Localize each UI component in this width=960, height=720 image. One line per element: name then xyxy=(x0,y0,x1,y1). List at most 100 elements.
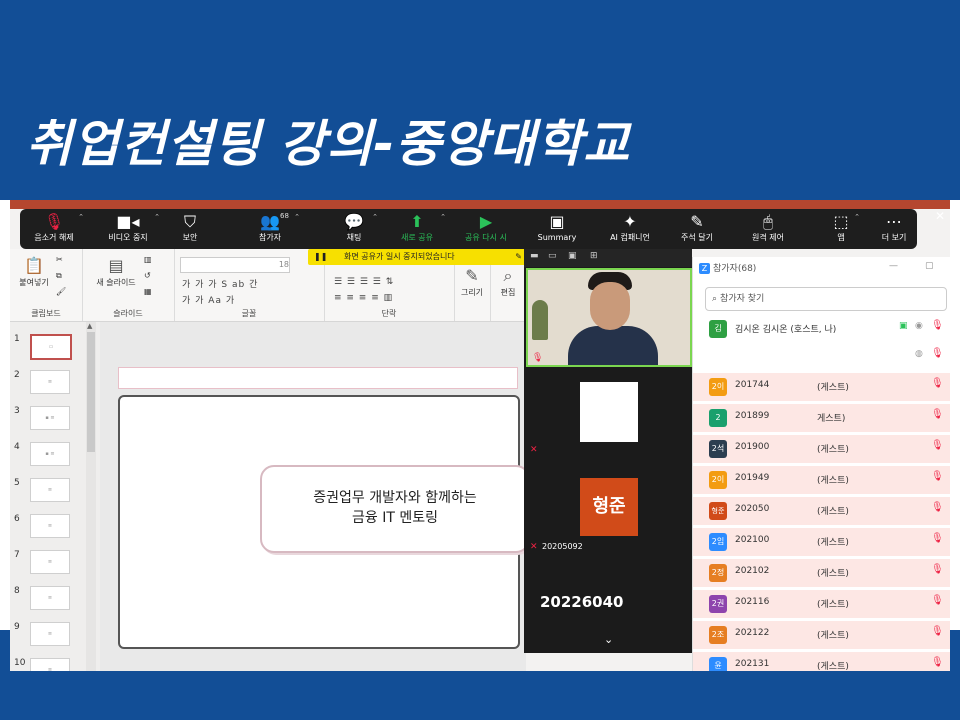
participant-avatar: 김 xyxy=(709,320,727,338)
annotate-icon[interactable]: ✎ xyxy=(515,249,522,265)
annotate-button[interactable]: ✎ 주석 달기 xyxy=(672,211,722,249)
more-icon: ⋯ xyxy=(886,212,902,231)
copy-icon[interactable]: ⧉ xyxy=(56,271,62,281)
close-icon[interactable]: ✕ xyxy=(935,209,945,223)
mic-off-icon: ✕ xyxy=(530,542,538,552)
scrollbar-thumb[interactable] xyxy=(87,332,95,452)
mic-off-icon: 🎙 xyxy=(931,564,944,575)
participant-avatar: 2이 xyxy=(709,378,727,396)
participant-avatar[interactable]: 형준 xyxy=(580,478,638,536)
share-icon: ▣ xyxy=(899,321,908,331)
section-icon[interactable]: ▦ xyxy=(144,287,152,296)
new-slide-icon: ▤ xyxy=(108,256,124,275)
participant-row[interactable]: 2임 202100 (게스트) 🎙 xyxy=(693,528,950,556)
paragraph-list-icons[interactable]: ☰ ☰ ☰ ☰ ⇅ xyxy=(334,277,394,287)
slide-canvas[interactable]: 증권업무 개발자와 함께하는 금융 IT 멘토링 xyxy=(118,395,530,649)
camera-video-tile[interactable]: 🎙 xyxy=(526,268,692,367)
video-icon: ◉ xyxy=(915,321,923,331)
participant-row[interactable]: 2이 201949 (게스트) 🎙 xyxy=(693,466,950,494)
font-size-box[interactable]: 18 xyxy=(180,257,290,273)
new-share-button[interactable]: ⬆ 새로 공유 ⌃ xyxy=(392,211,446,249)
maximize-icon[interactable]: ▢ xyxy=(925,261,934,271)
zoom-logo-icon: Z xyxy=(699,263,710,274)
chevron-down-icon: ⌃ xyxy=(440,213,446,221)
thumbnail-image: ▪ ≡ xyxy=(30,442,70,466)
share-paused-text: 화면 공유가 일시 중지되었습니다 xyxy=(344,252,455,261)
speaker-view-icon[interactable]: ▣ xyxy=(568,251,577,261)
participant-row[interactable]: 형준 202050 (게스트) 🎙 xyxy=(693,497,950,525)
more-button[interactable]: ⋯ 더 보기 xyxy=(876,211,912,249)
gallery-icon[interactable]: ⊞ xyxy=(590,251,598,261)
participant-row[interactable]: 2 201899 게스트) 🎙 xyxy=(693,404,950,432)
format-painter-icon[interactable]: 🖌 xyxy=(56,287,66,296)
slide-textbox[interactable]: 증권업무 개발자와 함께하는 금융 IT 멘토링 xyxy=(260,465,530,553)
thumbnail-number: 1 xyxy=(14,334,20,344)
view-icon[interactable]: ▭ xyxy=(548,251,557,261)
font-format-row-2[interactable]: 가 가 Aa 가 xyxy=(182,293,235,306)
participant-role: (게스트) xyxy=(817,383,849,393)
cut-icon[interactable]: ✂ xyxy=(56,255,63,264)
sparkle-icon: ✦ xyxy=(623,212,637,231)
slide-editor: 증권업무 개발자와 함께하는 금융 IT 멘토링 xyxy=(100,322,530,671)
apps-button[interactable]: ⬚ 앱 ⌃ xyxy=(826,211,860,249)
paragraph-align-icons[interactable]: ≡ ≡ ≡ ≡ ▥ xyxy=(334,293,393,303)
mic-off-icon: ✕ xyxy=(530,445,538,455)
layout-icon[interactable]: ▥ xyxy=(144,255,152,264)
edit-button[interactable]: ⌕ 편집 xyxy=(492,265,524,298)
paste-button[interactable]: 📋 붙여넣기 xyxy=(14,255,54,288)
summary-button[interactable]: ▣ Summary xyxy=(532,211,582,249)
participant-avatar: 윤 xyxy=(709,657,727,671)
mouse-icon: 🖱 xyxy=(763,212,773,231)
group-label-paragraph: 단락 xyxy=(381,309,397,318)
participant-row[interactable]: 2권 202116 (게스트) 🎙 xyxy=(693,590,950,618)
participant-role: (게스트) xyxy=(817,538,849,548)
thumbnail-number: 10 xyxy=(14,658,26,668)
participants-button[interactable]: 👥 68 참가자 ⌃ xyxy=(244,211,300,249)
participant-row[interactable]: 2조 202122 (게스트) 🎙 xyxy=(693,621,950,649)
draw-button[interactable]: ✎ 그리기 xyxy=(456,265,488,298)
video-tile-blank[interactable] xyxy=(580,382,638,442)
video-tile-name-large: 20226040 xyxy=(540,593,624,611)
video-panel: ▬ ▭ ▣ ⊞ 🎙 ✕ 형준 ✕ 20205092 20226040 ⌄ xyxy=(524,249,692,653)
video-panel-header: ▬ ▭ ▣ ⊞ xyxy=(524,249,692,267)
reset-icon[interactable]: ↺ xyxy=(144,271,151,280)
thumbnail-number: 3 xyxy=(14,406,20,416)
ribbon-group-slides: ▤ 새 슬라이드 ▥ ↺ ▦ 슬라이드 xyxy=(82,249,175,321)
person-body xyxy=(568,326,658,365)
minimize-icon[interactable]: ▬ xyxy=(530,251,539,261)
ribbon-group-clipboard: 📋 붙여넣기 ✂ ⧉ 🖌 클립보드 xyxy=(10,249,83,321)
security-button[interactable]: ⛉ 보안 xyxy=(172,211,208,249)
chevron-down-icon[interactable]: ⌄ xyxy=(604,633,613,646)
mic-off-icon: 🎙 xyxy=(931,409,944,420)
chat-button[interactable]: 💬 채팅 ⌃ xyxy=(334,211,378,249)
participant-avatar: 2정 xyxy=(709,564,727,582)
remote-control-button[interactable]: 🖱 원격 제어 xyxy=(742,211,794,249)
participant-row[interactable]: 2정 202102 (게스트) 🎙 xyxy=(693,559,950,587)
participant-search-input[interactable]: ⌕ 참가자 찾기 xyxy=(705,287,947,311)
participant-row[interactable]: 윤 202131 (게스트) 🎙 xyxy=(693,652,950,671)
thumbnail-image: ≡ xyxy=(30,658,70,671)
participant-avatar: 2석 xyxy=(709,440,727,458)
participant-name: 202116 xyxy=(735,597,770,607)
minimize-icon[interactable]: — xyxy=(889,261,898,271)
chevron-down-icon: ⌃ xyxy=(294,213,300,221)
mic-off-icon: 🎙 xyxy=(931,533,944,544)
participant-row-host[interactable]: 김 김시온 김시온 (호스트, 나) ▣ ◉ 🎙 xyxy=(693,315,950,343)
participant-row[interactable]: 2석 201900 (게스트) 🎙 xyxy=(693,435,950,463)
scroll-up-icon[interactable]: ▲ xyxy=(87,322,92,330)
unmute-button[interactable]: 🎙 음소거 해제 ⌃ xyxy=(28,211,84,249)
mic-off-icon: 🎙 xyxy=(931,440,944,451)
stop-video-button[interactable]: ■◂ 비디오 중지 ⌃ xyxy=(100,211,160,249)
unmute-label: 음소거 해제 xyxy=(34,233,74,242)
participant-row[interactable]: 2이 201744 (게스트) 🎙 xyxy=(693,373,950,401)
draw-icon: ✎ xyxy=(465,266,479,285)
new-slide-button[interactable]: ▤ 새 슬라이드 xyxy=(90,255,142,288)
participant-role: (게스트) xyxy=(817,600,849,610)
thumbnail-scrollbar[interactable]: ▲ xyxy=(86,322,96,671)
participant-role: 게스트) xyxy=(817,414,846,424)
font-format-row-1[interactable]: 가 가 가 S ab 간 xyxy=(182,277,258,290)
resume-share-button[interactable]: ▶ 공유 다시 시 xyxy=(456,211,516,249)
ai-companion-button[interactable]: ✦ AI 컴패니언 xyxy=(600,211,660,249)
participant-row[interactable]: ◍ 🎙 xyxy=(693,343,950,371)
slide-title-placeholder[interactable] xyxy=(118,367,518,389)
